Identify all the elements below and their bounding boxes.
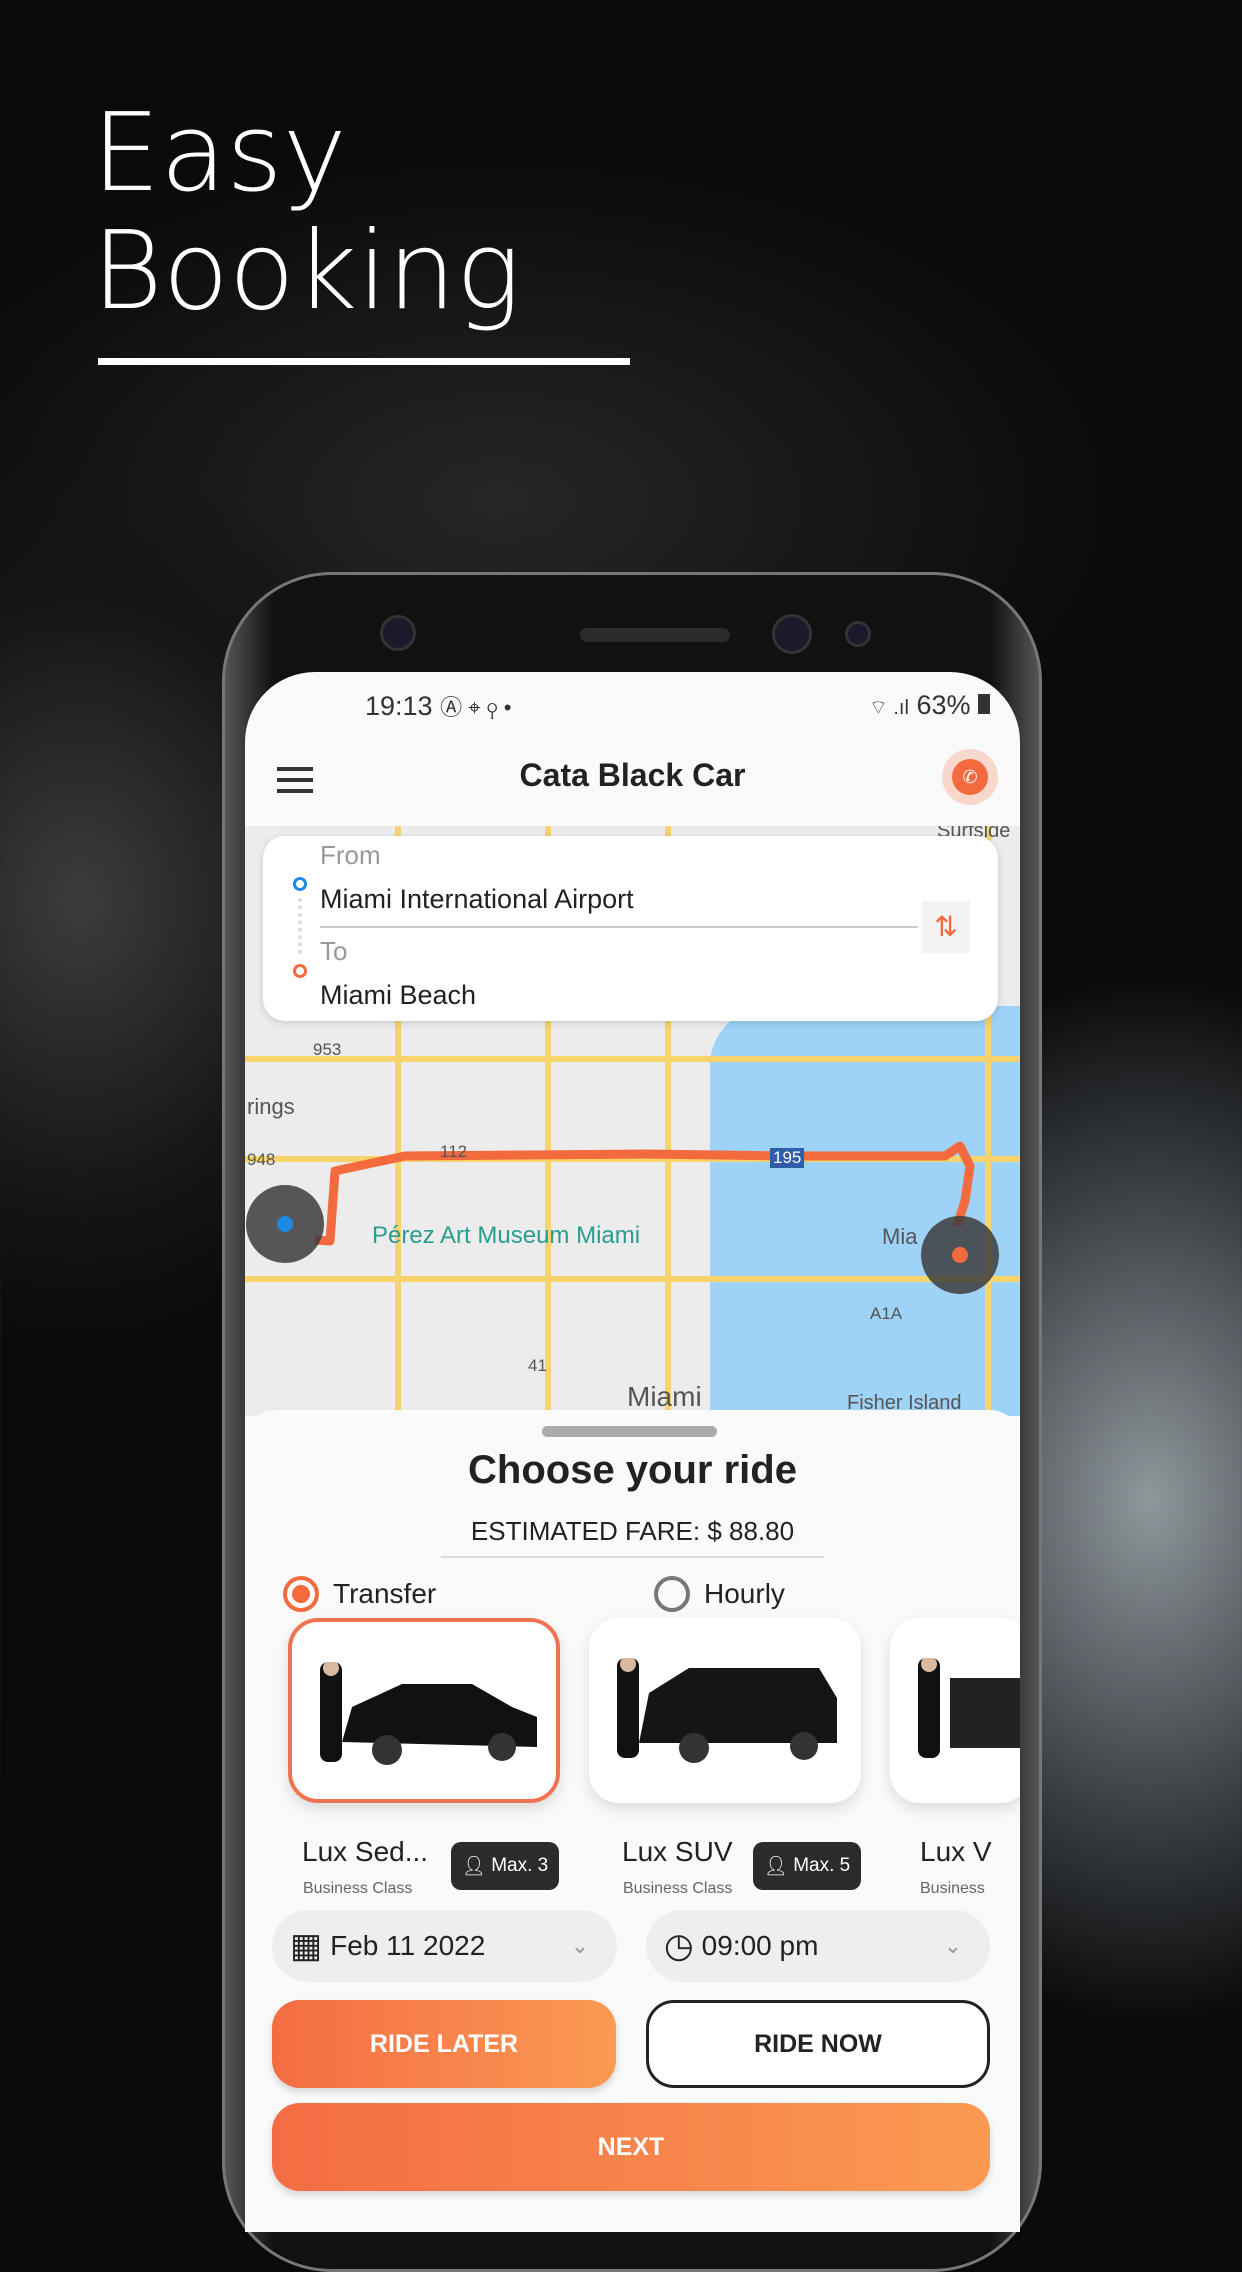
chevron-down-icon: ⌄ <box>943 1933 962 1958</box>
hero-title: Easy Booking <box>92 95 521 331</box>
date-picker[interactable]: ▦ Feb 11 2022 ⌄ <box>272 1910 617 1982</box>
chevron-down-icon: ⌄ <box>570 1933 589 1958</box>
drag-handle[interactable] <box>542 1426 717 1437</box>
time-picker[interactable]: ◷ 09:00 pm ⌄ <box>646 1910 990 1982</box>
sedan-image <box>320 1662 537 1765</box>
signal-icon: ⌔ .ıl <box>869 697 909 719</box>
front-camera <box>772 614 812 654</box>
map[interactable]: Pérez Art Museum Miami Miami Fisher Isla… <box>245 826 1020 1416</box>
car-class: Business Class <box>303 1880 413 1897</box>
sensor <box>845 621 871 647</box>
car-class: Business Class <box>623 1880 733 1897</box>
battery-level: 63% <box>916 690 971 720</box>
status-time: 19:13 <box>365 691 433 721</box>
from-label: From <box>320 840 381 870</box>
map-shield-41: 41 <box>528 1356 547 1375</box>
person-icon: 👤︎ <box>461 1856 486 1877</box>
date-value: Feb 11 2022 <box>330 1930 486 1961</box>
map-shield-112: 112 <box>440 1142 468 1161</box>
map-label-museum: Pérez Art Museum Miami <box>372 1222 641 1249</box>
calendar-icon: ▦ <box>290 1927 323 1965</box>
van-image <box>918 1658 1020 1758</box>
ride-now-button[interactable]: RIDE NOW <box>646 2000 990 2088</box>
car-card-lux-suv[interactable] <box>589 1618 861 1803</box>
map-shield-948: 948 <box>247 1150 276 1169</box>
transfer-label: Transfer <box>333 1578 437 1609</box>
to-label: To <box>320 936 348 966</box>
speaker <box>580 628 730 642</box>
clock-icon: ◷ <box>664 1927 694 1965</box>
origin-dot-icon <box>293 877 307 891</box>
car-name: Lux Sed... <box>302 1836 429 1867</box>
app-screen: 19:13 Ⓐ ⌖ ⚲ • ⌔ .ıl 63% Cata Black Car ✆… <box>245 672 1020 2232</box>
to-input[interactable]: Miami Beach <box>320 980 476 1011</box>
map-shield-953: 953 <box>313 1040 342 1059</box>
capacity-badge: 👤︎ Max. 3 <box>451 1842 559 1890</box>
radio-unselected-icon <box>654 1576 690 1612</box>
status-bar: 19:13 Ⓐ ⌖ ⚲ • ⌔ .ıl 63% <box>245 684 1020 724</box>
route-card: From Miami International Airport To Miam… <box>263 836 998 1021</box>
status-icons: Ⓐ ⌖ ⚲ • <box>440 695 512 720</box>
capacity-text: Max. 5 <box>793 1855 851 1876</box>
ride-later-button[interactable]: RIDE LATER <box>272 2000 616 2088</box>
radio-transfer[interactable]: Transfer <box>283 1576 436 1612</box>
from-input[interactable]: Miami International Airport <box>320 884 634 915</box>
hourly-label: Hourly <box>704 1578 785 1609</box>
call-button[interactable]: ✆ <box>942 749 998 805</box>
car-card-lux-sedan[interactable] <box>288 1618 560 1803</box>
hero-line-1: Easy <box>92 91 347 216</box>
car-name: Lux V <box>920 1836 992 1867</box>
destination-dot-icon <box>293 964 307 978</box>
map-shield-a1a: A1A <box>870 1304 903 1323</box>
swap-icon[interactable]: ⇅ <box>922 901 970 953</box>
hero-underline <box>98 358 630 365</box>
car-class: Business <box>920 1880 985 1897</box>
estimated-fare: ESTIMATED FARE: $ 88.80 <box>470 1516 795 1546</box>
front-sensor <box>380 615 416 651</box>
hero-line-2: Booking <box>92 209 521 334</box>
app-title: Cata Black Car <box>519 757 746 793</box>
route-divider <box>320 926 918 928</box>
bottom-sheet: Choose your ride ESTIMATED FARE: $ 88.80… <box>245 1410 1020 2232</box>
map-shield-195: 195 <box>770 1148 805 1168</box>
next-button[interactable]: NEXT <box>272 2103 990 2191</box>
pickup-pin[interactable] <box>246 1185 324 1263</box>
car-card-lux-van[interactable] <box>890 1618 1020 1803</box>
radio-hourly[interactable]: Hourly <box>654 1576 785 1612</box>
app-header: Cata Black Car ✆ <box>245 727 1020 827</box>
route-dots <box>298 898 302 954</box>
capacity-badge: 👤︎ Max. 5 <box>753 1842 861 1890</box>
car-name: Lux SUV <box>622 1836 733 1867</box>
phone-icon: ✆ <box>952 759 988 795</box>
time-value: 09:00 pm <box>701 1930 819 1961</box>
capacity-text: Max. 3 <box>491 1855 549 1876</box>
person-icon: 👤︎ <box>763 1856 788 1877</box>
dropoff-pin[interactable] <box>921 1216 999 1294</box>
fare-divider <box>441 1556 824 1558</box>
sheet-title: Choose your ride <box>468 1448 797 1492</box>
suv-image <box>617 1658 837 1763</box>
radio-selected-icon <box>283 1576 319 1612</box>
battery-icon <box>978 694 990 714</box>
map-label-springs: rings <box>247 1094 295 1119</box>
map-label-miami-beach: Mia <box>882 1224 918 1249</box>
map-label-miami: Miami <box>627 1381 702 1412</box>
